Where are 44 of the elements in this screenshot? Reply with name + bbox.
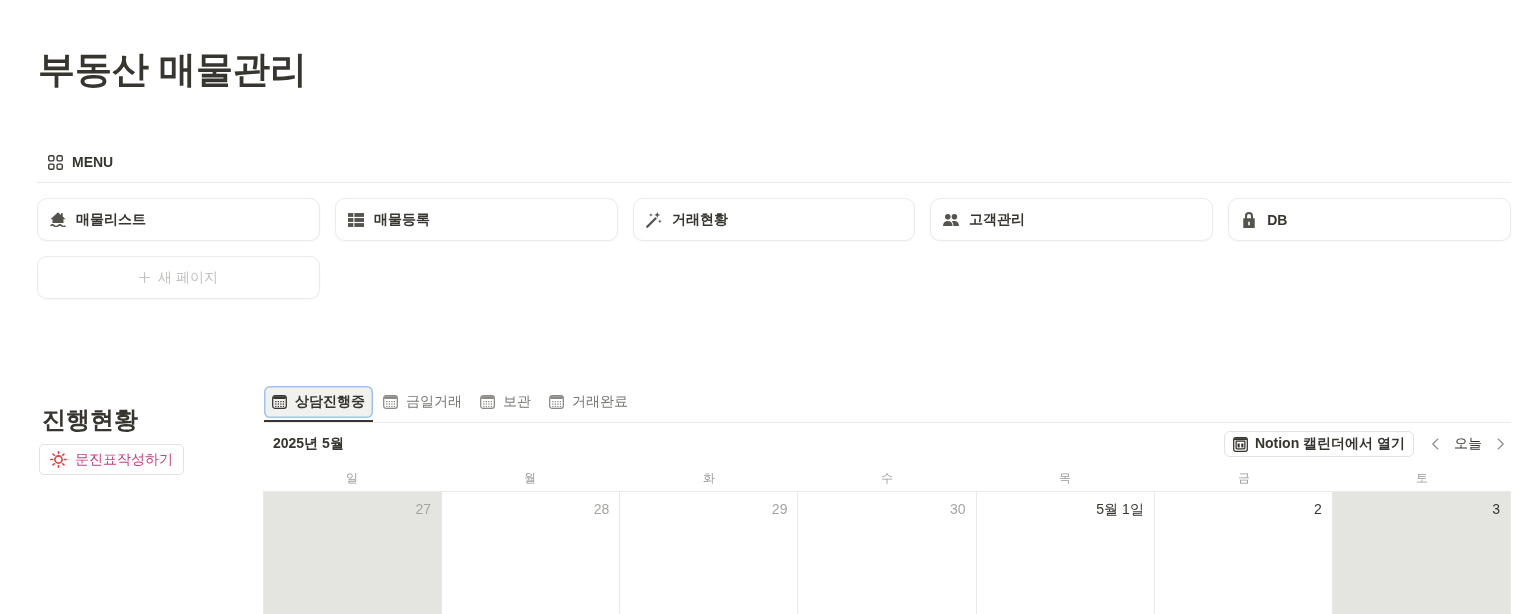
questionnaire-button[interactable]: 문진표작성하기 xyxy=(39,444,184,475)
weekday-label: 토 xyxy=(1415,470,1428,487)
table-icon xyxy=(347,212,364,227)
calendar-icon xyxy=(272,395,287,409)
page-link[interactable]: 고객관리 xyxy=(930,198,1214,241)
page-title: 부동산 매물관리 xyxy=(37,48,308,92)
day-number: 30 xyxy=(950,500,966,518)
page-link[interactable]: 거래현황 xyxy=(632,198,916,241)
day-number: 28 xyxy=(593,500,610,518)
day-number: 3 xyxy=(1492,500,1500,518)
calendar-icon xyxy=(1232,436,1248,452)
grid-icon xyxy=(48,154,63,170)
tab[interactable]: 보관 xyxy=(472,386,539,422)
calendar-icon xyxy=(549,395,564,409)
today-button[interactable]: 오늘 xyxy=(1447,432,1489,456)
menu-heading: MENU xyxy=(72,154,114,170)
weekday-label: 목 xyxy=(1059,470,1072,487)
lock-icon xyxy=(1243,211,1256,228)
people-icon xyxy=(943,213,960,226)
open-calendar-button[interactable]: Notion 캘린더에서 열기 xyxy=(1223,431,1414,457)
sun-icon xyxy=(50,451,67,468)
page-link[interactable]: DB xyxy=(1228,198,1511,241)
tab[interactable]: 금일거래 xyxy=(375,386,470,422)
weekday-label: 화 xyxy=(702,470,715,487)
day-number: 27 xyxy=(415,500,432,518)
month-label: 2025년 5월 xyxy=(273,435,344,453)
calendar-icon xyxy=(480,395,495,409)
weekday-label: 수 xyxy=(881,470,893,487)
weekday-label: 일 xyxy=(346,470,359,487)
chevron-left-icon[interactable] xyxy=(1432,438,1439,450)
house-icon xyxy=(50,212,66,227)
weekday-label: 금 xyxy=(1237,470,1250,487)
section-heading: 진행현황 xyxy=(42,405,138,435)
plus-icon xyxy=(138,272,150,283)
day-number: 2 xyxy=(1314,500,1322,518)
page-link[interactable]: 매물등록 xyxy=(334,198,618,241)
weekday-label: 월 xyxy=(524,470,537,487)
magic-wand-icon xyxy=(645,211,662,228)
day-number: 29 xyxy=(771,500,788,518)
calendar-icon xyxy=(383,395,398,409)
page-link[interactable]: 매물리스트 xyxy=(37,198,320,241)
tab[interactable]: 거래완료 xyxy=(541,386,636,422)
chevron-right-icon[interactable] xyxy=(1497,438,1504,450)
day-number: 5월 1일 xyxy=(1096,500,1144,518)
